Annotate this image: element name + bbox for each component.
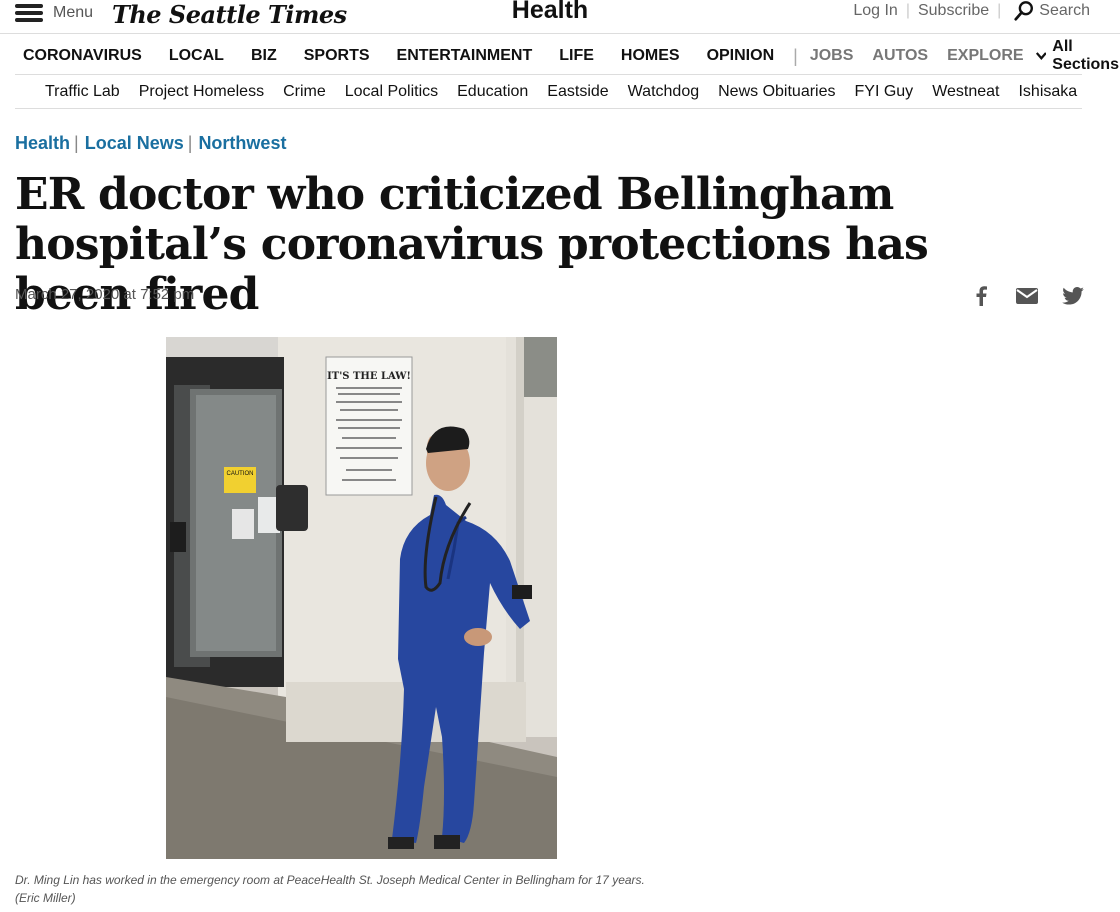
login-link[interactable]: Log In <box>853 2 897 20</box>
chevron-down-icon <box>1035 52 1047 61</box>
nav-item-local[interactable]: LOCAL <box>169 47 224 65</box>
article-date: March 27, 2020 at 7:52 pm <box>15 286 195 303</box>
sign-title-text: IT'S THE LAW! <box>327 371 411 382</box>
photo-illustration: CAUTION IT'S THE LAW! <box>166 337 557 859</box>
main-nav: CORONAVIRUS LOCAL BIZ SPORTS ENTERTAINME… <box>15 38 1119 75</box>
article-photo[interactable]: CAUTION IT'S THE LAW! <box>166 337 557 859</box>
all-sections-button[interactable]: All Sections <box>1035 38 1120 74</box>
breadcrumb-northwest[interactable]: Northwest <box>198 133 286 154</box>
subnav-item-project-homeless[interactable]: Project Homeless <box>139 83 264 101</box>
photo-caption: Dr. Ming Lin has worked in the emergency… <box>15 871 735 907</box>
breadcrumb-local-news[interactable]: Local News <box>85 133 184 154</box>
nav-item-jobs[interactable]: JOBS <box>810 47 854 65</box>
breadcrumb-separator: | <box>187 133 193 153</box>
breadcrumb-separator: | <box>74 133 79 153</box>
subnav-item-watchdog[interactable]: Watchdog <box>628 83 699 101</box>
all-sections-label: All Sections <box>1052 38 1119 73</box>
subnav-item-education[interactable]: Education <box>457 83 528 101</box>
subnav-item-ishisaka[interactable]: Ishisaka <box>1018 83 1077 101</box>
breadcrumb: Health | Local News | Northwest <box>15 133 286 154</box>
search-button[interactable]: Search <box>1013 0 1090 22</box>
nav-item-autos[interactable]: AUTOS <box>872 47 928 65</box>
breadcrumb-health[interactable]: Health <box>15 133 70 154</box>
top-bar: Menu The Seattle Times Health Log In | S… <box>0 0 1120 34</box>
separator: | <box>905 2 910 19</box>
subnav-item-fyi-guy[interactable]: FYI Guy <box>855 83 914 101</box>
subnav-item-news-obituaries[interactable]: News Obituaries <box>718 83 835 101</box>
nav-item-homes[interactable]: HOMES <box>621 47 680 65</box>
subnav-item-eastside[interactable]: Eastside <box>547 83 608 101</box>
subnav-item-westneat[interactable]: Westneat <box>932 83 999 101</box>
photo-credit: (Eric Miller) <box>15 891 76 905</box>
caption-text: Dr. Ming Lin has worked in the emergency… <box>15 873 645 887</box>
nav-item-coronavirus[interactable]: CORONAVIRUS <box>23 47 142 65</box>
facebook-icon[interactable] <box>969 285 993 307</box>
share-bar <box>969 285 1085 307</box>
nav-item-sports[interactable]: SPORTS <box>304 47 370 65</box>
nav-item-explore[interactable]: EXPLORE <box>947 47 1023 65</box>
email-icon[interactable] <box>1015 285 1039 307</box>
subnav-item-traffic-lab[interactable]: Traffic Lab <box>45 83 120 101</box>
sub-nav: Traffic Lab Project Homeless Crime Local… <box>15 76 1082 109</box>
search-icon <box>1014 1 1034 21</box>
account-links: Log In | Subscribe | Search <box>853 0 1090 22</box>
nav-item-life[interactable]: LIFE <box>559 47 594 65</box>
separator: | <box>997 2 1002 19</box>
nav-item-entertainment[interactable]: ENTERTAINMENT <box>397 47 533 65</box>
search-label: Search <box>1039 2 1090 19</box>
subscribe-link[interactable]: Subscribe <box>918 2 989 20</box>
subnav-item-local-politics[interactable]: Local Politics <box>345 83 438 101</box>
nav-item-biz[interactable]: BIZ <box>251 47 277 65</box>
subnav-item-crime[interactable]: Crime <box>283 83 326 101</box>
nav-item-opinion[interactable]: OPINION <box>707 47 775 65</box>
twitter-icon[interactable] <box>1061 285 1085 307</box>
nav-divider: | <box>793 45 798 66</box>
caution-sign-text: CAUTION <box>227 471 254 477</box>
